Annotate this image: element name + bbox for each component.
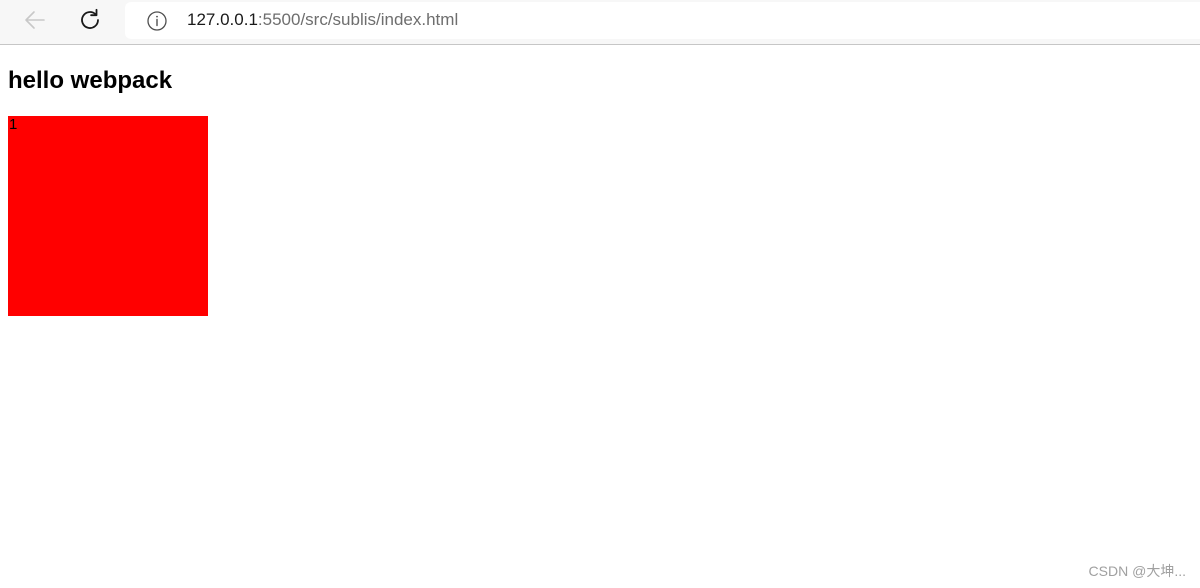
reload-button[interactable] <box>74 4 106 36</box>
address-bar[interactable]: 127.0.0.1:5500/src/sublis/index.html <box>125 2 1200 39</box>
back-button[interactable] <box>19 4 51 36</box>
red-box: 1 <box>8 116 208 316</box>
browser-toolbar: 127.0.0.1:5500/src/sublis/index.html <box>0 0 1200 45</box>
info-icon[interactable] <box>146 10 168 32</box>
watermark: CSDN @大坤... <box>1088 563 1186 579</box>
reload-icon <box>81 8 99 29</box>
url-text[interactable]: 127.0.0.1:5500/src/sublis/index.html <box>187 10 458 30</box>
page-title: hello webpack <box>8 67 173 94</box>
back-arrow-icon <box>25 11 45 29</box>
url-path: :5500/src/sublis/index.html <box>257 10 459 29</box>
url-host: 127.0.0.1 <box>187 10 258 29</box>
